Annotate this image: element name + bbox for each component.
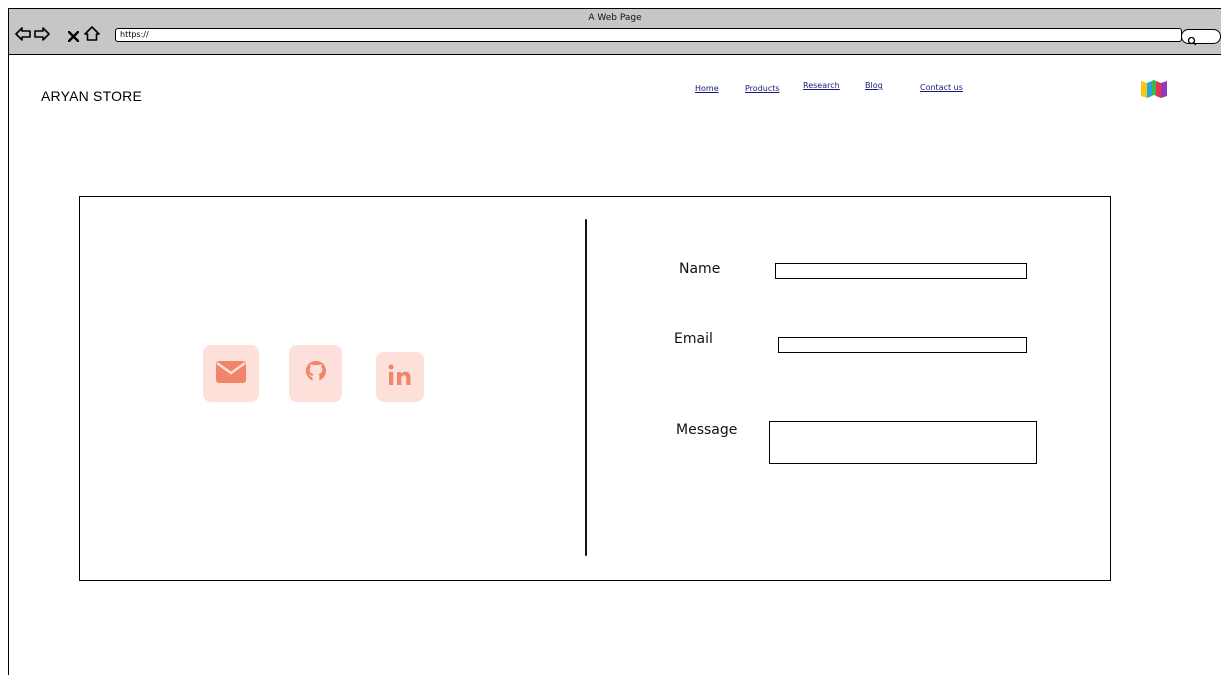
nav-contact-us[interactable]: Contact us (920, 83, 963, 92)
page-frame-edge (8, 55, 9, 675)
email-link[interactable] (203, 345, 259, 402)
email-icon (216, 360, 246, 387)
url-text: https:// (120, 30, 149, 39)
close-icon[interactable] (67, 27, 80, 46)
message-field[interactable] (769, 421, 1037, 464)
search-icon (1187, 31, 1197, 50)
nav-products[interactable]: Products (745, 84, 780, 93)
window-title: A Web Page (588, 13, 642, 23)
nav-home[interactable]: Home (695, 84, 719, 93)
github-icon (303, 359, 329, 389)
nav-blog[interactable]: Blog (865, 81, 883, 90)
contact-card: Name Email Message (79, 196, 1111, 581)
message-label: Message (676, 422, 738, 438)
nav-research[interactable]: Research (803, 81, 840, 90)
name-field[interactable] (775, 263, 1027, 279)
email-field[interactable] (778, 337, 1027, 353)
linkedin-link[interactable] (376, 352, 424, 402)
github-link[interactable] (289, 345, 342, 402)
email-label: Email (674, 331, 713, 347)
forward-arrow-icon[interactable] (34, 26, 50, 45)
linkedin-icon (387, 363, 413, 391)
search-button[interactable] (1181, 29, 1221, 46)
back-arrow-icon[interactable] (15, 26, 31, 45)
browser-chrome: A Web Page https:// (8, 8, 1221, 55)
brand-title: ARYAN STORE (41, 88, 143, 104)
address-bar[interactable]: https:// (115, 28, 1182, 42)
name-label: Name (679, 261, 721, 277)
home-icon[interactable] (84, 26, 100, 45)
open-book-icon (1139, 78, 1169, 104)
card-divider (585, 219, 587, 556)
